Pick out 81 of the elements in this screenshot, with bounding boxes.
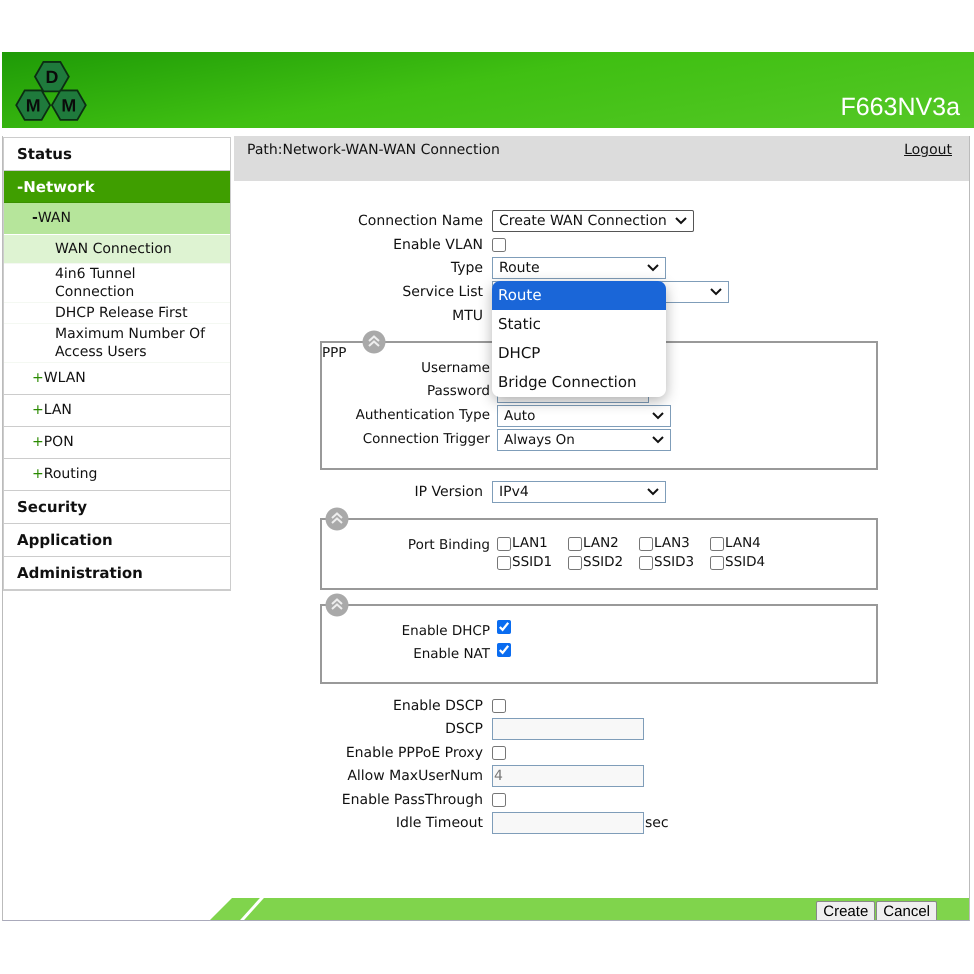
menu-item[interactable]: +WLAN [4,363,230,395]
checkbox[interactable] [492,238,506,252]
chevron-down-icon [647,264,659,272]
dropdown-field[interactable]: IPv4 [492,481,666,503]
field-label: Password [426,382,491,401]
field-label: Authentication Type [354,406,491,425]
option-label: SSID4 [725,553,766,572]
dropdown-field[interactable]: Always On [497,429,671,451]
option-label: LAN4 [725,534,761,553]
field-label: Connection Trigger [362,430,491,449]
menu-item[interactable]: -WAN [4,203,230,235]
collapse-icon[interactable] [325,593,349,617]
checkbox[interactable] [492,792,506,806]
menu-item[interactable]: Application [4,524,230,557]
checkbox[interactable] [568,536,582,550]
chevron-down-icon [710,288,722,296]
checkbox[interactable] [639,536,653,550]
checkbox[interactable] [492,746,506,760]
field-label: MTU [451,308,484,324]
menu-item[interactable]: +LAN [4,395,230,427]
form-button[interactable]: Create [816,901,876,920]
checkbox[interactable] [497,643,511,657]
breadcrumb-path: Path:Network-WAN-WAN Connection [247,142,500,160]
field-label: Allow MaxUserNum [346,768,484,784]
field-label: Enable PPPoE Proxy [344,744,484,760]
menu-item[interactable]: DHCP Release First [4,303,230,324]
option-label: LAN2 [583,534,619,553]
field-label: Enable DSCP [392,698,484,714]
field-label: IP Version [413,484,484,500]
field-label: Port Binding [406,536,491,555]
checkbox[interactable] [497,556,511,570]
input-field[interactable] [492,718,644,740]
chevron-down-icon [647,488,659,496]
checkbox[interactable] [568,556,582,570]
dropdown-field[interactable]: Auto [497,405,671,427]
dropdown-field[interactable]: Route [492,257,666,279]
unit-label: sec [645,815,669,831]
checkbox[interactable] [497,536,511,550]
menu-item[interactable]: 4in6 Tunnel Connection [4,264,230,303]
field-label: Type [450,260,484,276]
field-label: Enable PassThrough [340,792,484,808]
option-label: SSID1 [512,553,552,572]
field-label: Connection Name [357,213,484,229]
chevron-down-icon [674,217,687,225]
option-label: SSID3 [654,553,694,572]
field-label: Username [420,359,491,378]
checkbox[interactable] [497,620,511,634]
option-label: LAN1 [512,534,548,553]
model-name: F663NV3a [840,93,960,122]
option-label: SSID2 [583,553,624,572]
checkbox[interactable] [710,536,724,550]
field-label: DSCP [444,721,484,737]
checkbox[interactable] [639,556,653,570]
menu-item[interactable]: Maximum Number Of Access Users [4,324,230,363]
dropdown-option[interactable]: Route [492,281,666,310]
menu-item[interactable]: Security [4,491,230,524]
field-label: Enable DHCP [400,622,491,641]
field-label: Enable NAT [412,645,491,664]
checkbox[interactable] [492,698,506,712]
input-field[interactable] [492,812,644,834]
section-title: PPP [322,345,346,361]
field-label: Enable VLAN [392,236,484,252]
menu-item[interactable]: WAN Connection [4,235,230,264]
checkbox[interactable] [710,556,724,570]
input-field[interactable]: 4 [492,765,644,787]
option-label: LAN3 [654,534,690,553]
form-button[interactable]: Cancel [876,901,937,920]
menu-item[interactable]: Administration [4,557,230,590]
menu-item[interactable]: +Routing [4,459,230,491]
dropdown-option[interactable]: DHCP [492,339,666,368]
dropdown-option[interactable]: Static [492,310,666,339]
field-label: Service List [401,284,484,300]
collapse-icon[interactable] [325,507,349,531]
chevron-down-icon [652,436,664,444]
dropdown-field[interactable]: Create WAN Connection [492,210,694,232]
collapse-icon[interactable] [362,330,386,354]
dropdown-option[interactable]: Bridge Connection [492,368,666,397]
chevron-down-icon [652,412,664,420]
menu-item[interactable]: +PON [4,427,230,459]
field-label: Idle Timeout [394,815,484,831]
logout-link[interactable]: Logout [904,142,952,158]
